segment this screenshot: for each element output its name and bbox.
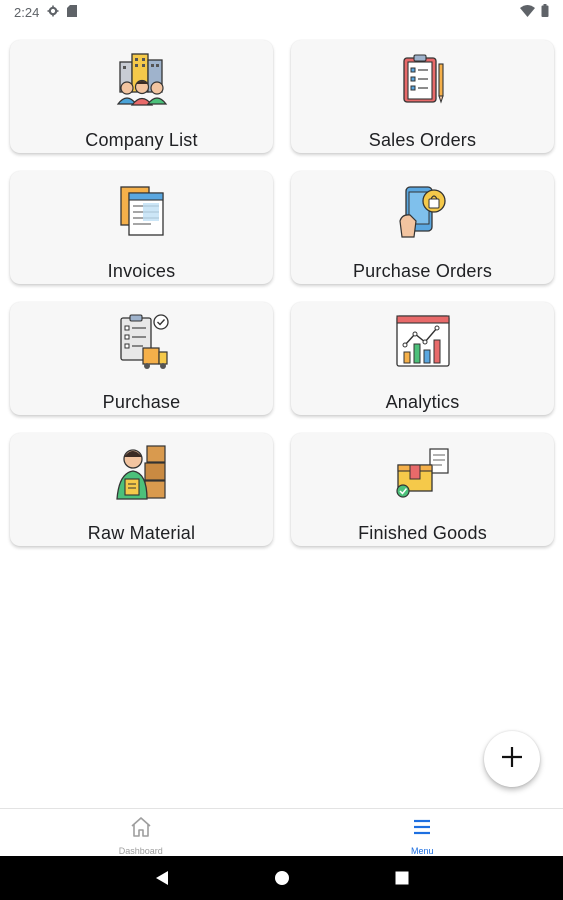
card-label: Finished Goods [358, 523, 487, 543]
status-time: 2:24 [14, 4, 40, 20]
invoices-icon [113, 181, 171, 239]
nav-item-menu[interactable]: Menu [282, 809, 563, 856]
nav-label-menu: Menu [410, 846, 434, 856]
nav-item-dashboard[interactable]: Dashboard [0, 809, 282, 856]
menu-grid: Company List Sales Orders Invoices Purch… [0, 40, 563, 546]
card-label: Analytics [385, 392, 460, 412]
purchase-card[interactable]: Purchase [10, 302, 273, 415]
card-label: Company List [85, 130, 198, 150]
app-screen: 2:24 Company List Sales Orders Invoices … [0, 0, 563, 900]
status-bar: 2:24 [0, 0, 563, 24]
battery-icon [541, 4, 549, 20]
wifi-icon [520, 4, 535, 20]
bottom-navigation: Dashboard Menu [0, 808, 563, 856]
purchase-orders-icon [394, 181, 452, 239]
analytics-card[interactable]: Analytics [291, 302, 554, 415]
sim-card-icon [67, 4, 78, 20]
purchase-icon [113, 312, 171, 370]
card-label: Sales Orders [368, 130, 477, 150]
card-label: Purchase Orders [352, 261, 493, 281]
card-label: Invoices [107, 261, 176, 281]
raw-material-icon [113, 443, 171, 501]
finished-goods-icon [394, 443, 452, 501]
add-button[interactable] [484, 731, 540, 787]
home-circle-icon[interactable] [274, 870, 290, 891]
home-icon [129, 815, 153, 844]
sales-orders-card[interactable]: Sales Orders [291, 40, 554, 153]
plus-icon [501, 746, 523, 773]
card-label: Purchase [102, 392, 181, 412]
settings-icon [47, 5, 59, 20]
card-label: Raw Material [87, 523, 196, 543]
back-icon[interactable] [154, 870, 170, 891]
menu-icon [410, 815, 434, 844]
invoices-card[interactable]: Invoices [10, 171, 273, 284]
nav-label-dashboard: Dashboard [118, 846, 163, 856]
finished-goods-card[interactable]: Finished Goods [291, 433, 554, 546]
system-navigation-bar [0, 856, 563, 900]
analytics-icon [394, 312, 452, 370]
company-list-icon [113, 50, 171, 108]
recents-icon[interactable] [394, 870, 410, 891]
company-list-card[interactable]: Company List [10, 40, 273, 153]
sales-orders-icon [394, 50, 452, 108]
raw-material-card[interactable]: Raw Material [10, 433, 273, 546]
purchase-orders-card[interactable]: Purchase Orders [291, 171, 554, 284]
